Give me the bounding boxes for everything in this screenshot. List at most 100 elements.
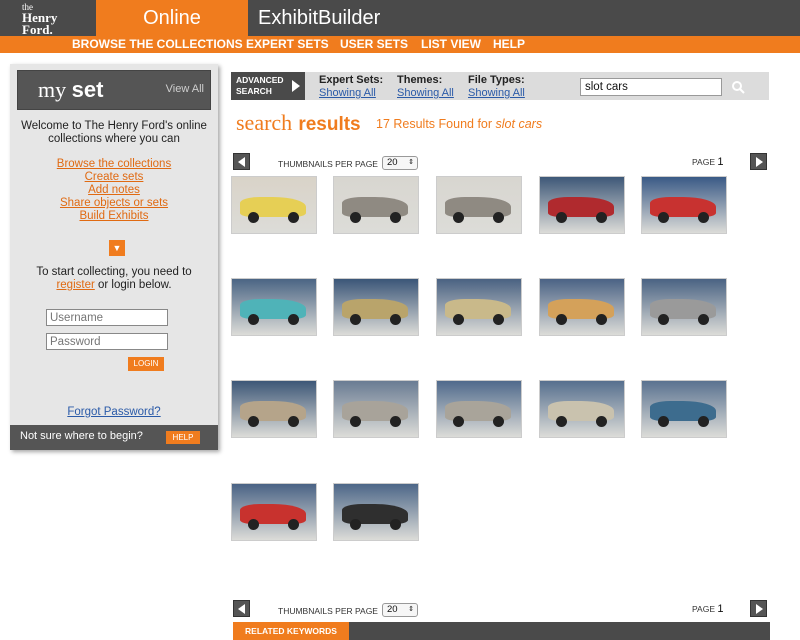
wheel	[698, 314, 709, 325]
result-thumbnail[interactable]	[436, 278, 522, 336]
build-exhibits-link[interactable]: Build Exhibits	[10, 210, 218, 223]
chevron-right-icon	[756, 604, 763, 614]
chevron-left-icon	[238, 157, 245, 167]
result-thumbnail[interactable]	[539, 176, 625, 234]
wheel	[596, 314, 607, 325]
wheel	[350, 314, 361, 325]
result-thumbnail[interactable]	[231, 278, 317, 336]
filter-label: Expert Sets:	[319, 74, 384, 86]
search-results-title: search results	[236, 110, 361, 136]
welcome-text: Welcome to The Henry Ford's online colle…	[21, 120, 207, 145]
username-field[interactable]	[46, 309, 168, 326]
nav-list-view[interactable]: LIST VIEW	[421, 36, 481, 53]
result-thumbnail[interactable]	[539, 380, 625, 438]
expand-arrow-icon[interactable]: ▼	[109, 240, 125, 256]
thumbnails-per-page-value: 20	[387, 157, 398, 168]
result-thumbnail[interactable]	[333, 483, 419, 541]
register-link[interactable]: register	[56, 279, 94, 291]
browse-collections-link[interactable]: Browse the collections	[10, 158, 218, 171]
filter-value-link[interactable]: Showing All	[468, 87, 525, 100]
select-caret-icon: ⇕	[408, 159, 414, 166]
filter-file-types: File Types: Showing All	[468, 74, 525, 100]
login-prompt-tail: or login below.	[98, 279, 172, 291]
wheel	[248, 416, 259, 427]
result-thumbnail[interactable]	[641, 278, 727, 336]
advanced-search-button[interactable]: ADVANCED SEARCH	[231, 72, 305, 100]
wheel	[390, 314, 401, 325]
wheel	[596, 212, 607, 223]
wheel	[453, 416, 464, 427]
filter-value-link[interactable]: Showing All	[319, 87, 383, 100]
related-keywords-tab[interactable]: RELATED KEYWORDS	[233, 622, 349, 640]
wheel	[390, 212, 401, 223]
filter-value-link[interactable]: Showing All	[397, 87, 454, 100]
wheel	[390, 416, 401, 427]
page-number: 1	[717, 603, 724, 615]
create-sets-link[interactable]: Create sets	[10, 171, 218, 184]
search-bar: ADVANCED SEARCH Expert Sets: Showing All…	[231, 72, 769, 100]
result-thumbnail[interactable]	[333, 278, 419, 336]
tab-exhibit-builder[interactable]: ExhibitBuilder	[258, 0, 380, 36]
wheel	[350, 212, 361, 223]
my-set-title-my: my	[38, 77, 67, 102]
wheel	[698, 416, 709, 427]
result-thumbnail[interactable]	[641, 176, 727, 234]
thumbnails-per-page-select-bottom[interactable]: 20 ⇕	[382, 603, 418, 617]
wheel	[556, 314, 567, 325]
top-bar: the Henry Ford. Online Collections Exhib…	[0, 0, 800, 65]
thumbnails-per-page-label-bottom: THUMBNAILS PER PAGE	[278, 606, 378, 616]
page-label: PAGE	[692, 157, 715, 167]
forgot-password-link[interactable]: Forgot Password?	[10, 406, 218, 418]
result-thumbnail[interactable]	[231, 176, 317, 234]
nav-help[interactable]: HELP	[493, 36, 525, 53]
wheel	[288, 212, 299, 223]
prev-page-button[interactable]	[233, 153, 250, 170]
view-all-link[interactable]: View All	[166, 83, 204, 95]
results-count: 17 Results Found for slot cars	[376, 117, 542, 131]
nav-browse-collections[interactable]: BROWSE THE COLLECTIONS	[72, 36, 243, 53]
wheel	[248, 519, 259, 530]
wheel	[698, 212, 709, 223]
result-thumbnail[interactable]	[333, 380, 419, 438]
result-thumbnail[interactable]	[231, 380, 317, 438]
wheel	[350, 416, 361, 427]
search-icon[interactable]	[731, 80, 745, 94]
wheel	[248, 212, 259, 223]
thumbnails-per-page-select[interactable]: 20 ⇕	[382, 156, 418, 170]
result-thumbnail[interactable]	[436, 380, 522, 438]
page-indicator-bottom: PAGE 1	[692, 603, 724, 615]
password-field[interactable]	[46, 333, 168, 350]
related-keywords-bar: RELATED KEYWORDS	[233, 622, 770, 640]
add-notes-link[interactable]: Add notes	[10, 184, 218, 197]
filter-themes: Themes: Showing All	[397, 74, 454, 100]
nav-user-sets[interactable]: USER SETS	[340, 36, 408, 53]
tab-online-collections[interactable]: Online Collections	[96, 0, 248, 65]
nav-expert-sets[interactable]: EXPERT SETS	[246, 36, 329, 53]
result-thumbnail[interactable]	[333, 176, 419, 234]
results-count-text: 17 Results Found for	[376, 117, 493, 131]
login-prompt-text: To start collecting, you need to	[36, 266, 192, 278]
henry-ford-logo[interactable]: the Henry Ford.	[22, 2, 70, 36]
results-title-bold: results	[298, 114, 361, 135]
my-set-title-set: set	[71, 77, 104, 102]
wheel	[493, 212, 504, 223]
next-page-button[interactable]	[750, 153, 767, 170]
results-title-thin: search	[236, 110, 293, 135]
next-page-button-bottom[interactable]	[750, 600, 767, 617]
filter-label: File Types:	[468, 74, 525, 86]
result-thumbnail[interactable]	[539, 278, 625, 336]
my-set-panel: my set View All Welcome to The Henry For…	[10, 64, 218, 450]
result-thumbnail[interactable]	[436, 176, 522, 234]
advanced-search-label-2: SEARCH	[236, 86, 272, 96]
prev-page-button-bottom[interactable]	[233, 600, 250, 617]
login-prompt: To start collecting, you need to registe…	[18, 266, 210, 292]
result-thumbnail[interactable]	[641, 380, 727, 438]
share-objects-link[interactable]: Share objects or sets	[10, 197, 218, 210]
filter-expert-sets: Expert Sets: Showing All	[319, 74, 383, 100]
filter-label: Themes:	[397, 74, 443, 86]
help-button[interactable]: HELP	[166, 431, 200, 444]
search-input[interactable]	[580, 78, 722, 96]
result-thumbnail[interactable]	[231, 483, 317, 541]
login-button[interactable]: LOGIN	[128, 357, 164, 371]
wheel	[658, 314, 669, 325]
